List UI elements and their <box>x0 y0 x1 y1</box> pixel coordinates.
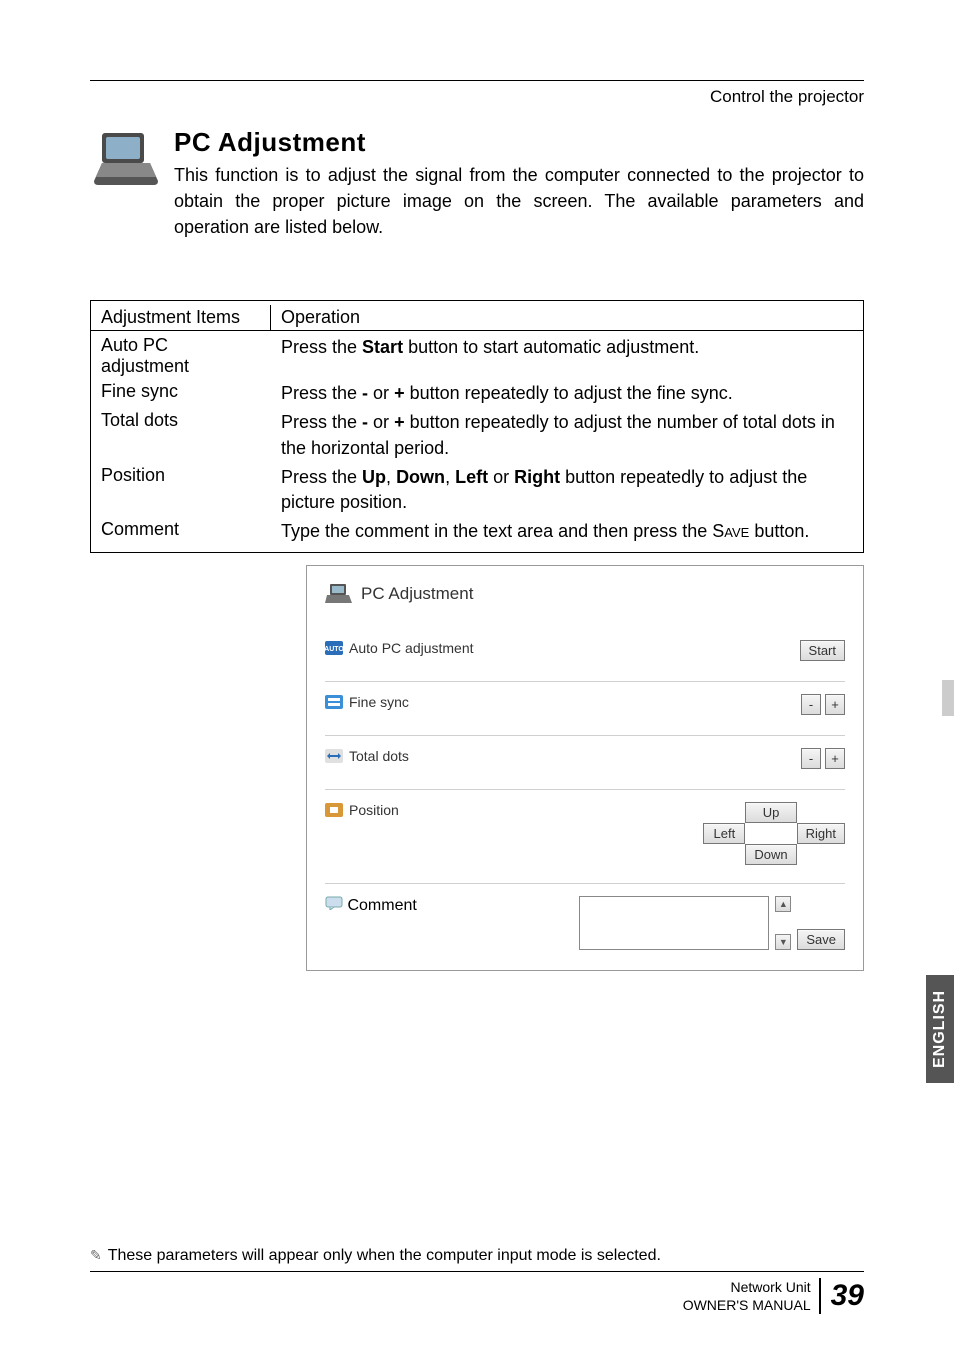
table-row: Position Press the Up, Down, Left or Rig… <box>91 463 863 517</box>
fine-sync-label: Fine sync <box>349 694 409 710</box>
auto-icon: AUTO <box>325 641 343 655</box>
position-right-button[interactable]: Right <box>797 823 845 844</box>
footer-line1: Network Unit <box>683 1278 811 1296</box>
position-left-button[interactable]: Left <box>703 823 745 844</box>
pencil-icon: ✎ <box>90 1247 102 1264</box>
total-dots-icon <box>325 749 343 763</box>
total-dots-label: Total dots <box>349 748 409 764</box>
laptop-icon <box>90 127 162 191</box>
laptop-small-icon <box>325 582 353 606</box>
intro-paragraph: This function is to adjust the signal fr… <box>174 162 864 240</box>
table-row: Comment Type the comment in the text are… <box>91 517 863 546</box>
panel-title: PC Adjustment <box>361 584 473 604</box>
pc-adjustment-panel: PC Adjustment AUTO Auto PC adjustment St… <box>306 565 864 971</box>
fine-sync-icon <box>325 695 343 709</box>
adjustment-table: Adjustment Items Operation Auto PC adjus… <box>90 300 864 553</box>
header-section: Control the projector <box>90 87 864 107</box>
auto-pc-label: Auto PC adjustment <box>349 640 474 656</box>
table-head-operation: Operation <box>271 305 863 330</box>
table-row: Auto PC adjustment Press the Start butto… <box>91 333 863 379</box>
scroll-down-button[interactable]: ▼ <box>775 934 791 950</box>
start-button[interactable]: Start <box>800 640 845 661</box>
language-tab: ENGLISH <box>926 975 954 1083</box>
total-dots-minus-button[interactable]: - <box>801 748 821 769</box>
position-label: Position <box>349 802 399 818</box>
total-dots-plus-button[interactable]: + <box>825 748 845 769</box>
table-row: Total dots Press the - or + button repea… <box>91 408 863 462</box>
position-up-button[interactable]: Up <box>745 802 796 823</box>
scroll-up-button[interactable]: ▲ <box>775 896 791 912</box>
comment-icon <box>325 896 343 910</box>
comment-label: Comment <box>347 897 416 914</box>
fine-sync-minus-button[interactable]: - <box>801 694 821 715</box>
comment-textarea[interactable] <box>579 896 769 950</box>
table-head-items: Adjustment Items <box>91 305 271 330</box>
page-title: PC Adjustment <box>174 127 864 158</box>
footer-line2: OWNER'S MANUAL <box>683 1296 811 1314</box>
fine-sync-plus-button[interactable]: + <box>825 694 845 715</box>
footnote-text: These parameters will appear only when t… <box>108 1247 661 1265</box>
page-number: 39 <box>831 1279 864 1313</box>
position-icon <box>325 803 343 817</box>
save-button[interactable]: Save <box>797 929 845 950</box>
svg-text:AUTO: AUTO <box>325 646 343 653</box>
page-edge-stub <box>942 680 954 716</box>
position-down-button[interactable]: Down <box>745 844 796 865</box>
table-row: Fine sync Press the - or + button repeat… <box>91 379 863 408</box>
